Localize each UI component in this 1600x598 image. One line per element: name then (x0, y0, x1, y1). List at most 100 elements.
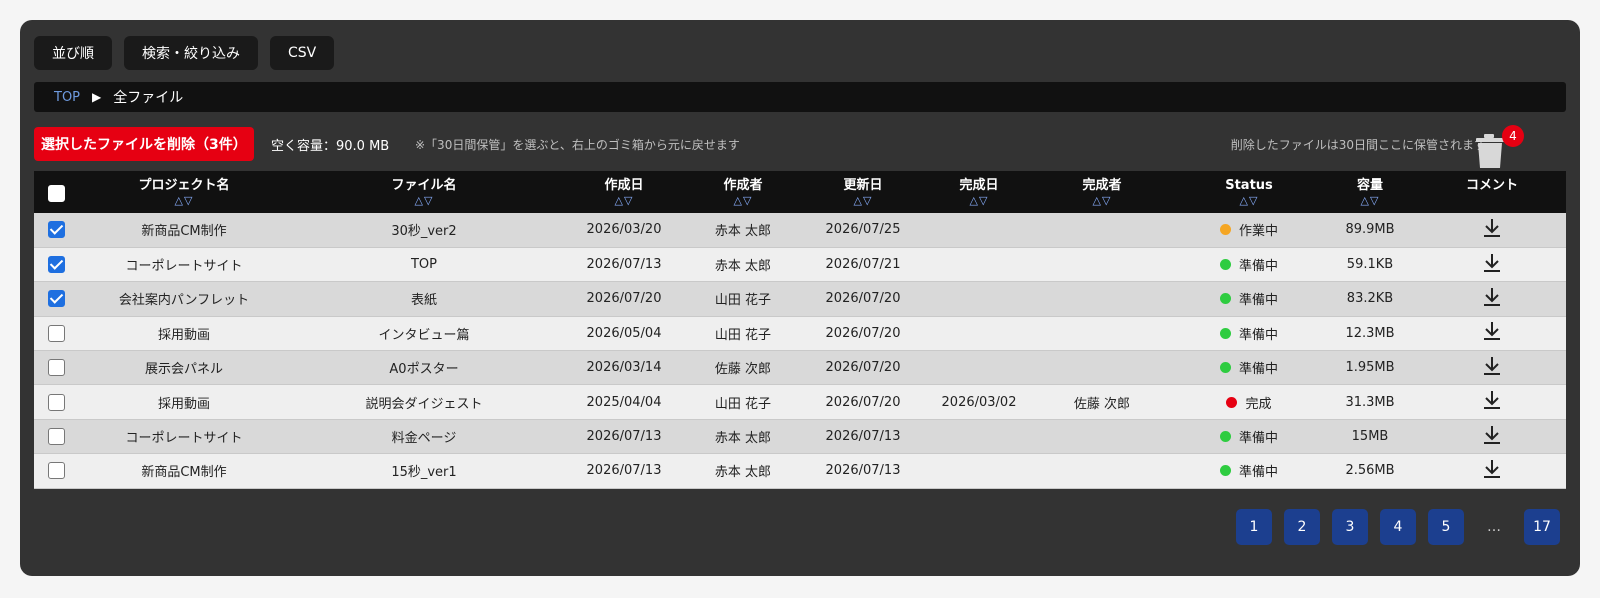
updated-date-cell: 2026/07/13 (796, 419, 930, 455)
status-dot-icon (1219, 327, 1231, 339)
pagination: 1 2 3 4 5 … 17 (1236, 509, 1560, 545)
file-name-link[interactable]: A0ポスター (290, 350, 558, 386)
sort-toggle-icon[interactable]: △▽ (1322, 193, 1418, 208)
row-checkbox[interactable] (47, 462, 65, 480)
file-name-link[interactable]: 15秒_ver1 (290, 453, 558, 489)
breadcrumb-current: 全ファイル (113, 90, 184, 106)
project-name-cell: 新商品CM制作 (78, 453, 290, 489)
row-checkbox[interactable] (47, 290, 65, 308)
status-cell: 準備中 (1176, 281, 1322, 317)
row-checkbox[interactable] (47, 428, 65, 446)
status-cell: 作業中 (1176, 213, 1322, 248)
csv-button[interactable]: CSV (270, 36, 335, 70)
file-name-link[interactable]: 料金ページ (290, 419, 558, 455)
page-button-last[interactable]: 17 (1524, 509, 1560, 545)
toolbar: 並び順 検索・絞り込み CSV (34, 36, 335, 70)
row-checkbox[interactable] (47, 324, 65, 342)
breadcrumb-separator-icon: ▶ (92, 90, 102, 104)
download-icon[interactable] (1481, 320, 1503, 346)
delete-selected-button[interactable]: 選択したファイルを削除（3件） (34, 127, 254, 161)
breadcrumb: TOP ▶ 全ファイル (34, 82, 1566, 112)
sort-toggle-icon[interactable]: △▽ (290, 193, 558, 208)
comment-cell (1418, 316, 1566, 352)
completer-cell (1028, 350, 1176, 386)
table-row: 採用動画 説明会ダイジェスト 2025/04/04 山田 花子 2026/07/20 20… (34, 384, 1566, 420)
sort-toggle-icon[interactable]: △▽ (78, 193, 290, 208)
status-dot-icon (1219, 224, 1231, 236)
download-icon[interactable] (1481, 389, 1503, 415)
column-header[interactable]: Status △▽ (1176, 171, 1322, 213)
page-button[interactable]: 4 (1380, 509, 1416, 545)
project-name-cell: 採用動画 (78, 316, 290, 352)
trash-note: 削除したファイルは30日間ここに保管されます (1230, 138, 1486, 152)
row-checkbox[interactable] (47, 393, 65, 411)
creator-cell: 赤本 太郎 (690, 247, 796, 283)
download-icon[interactable] (1481, 286, 1503, 312)
completed-date-cell: 2026/03/02 (930, 384, 1028, 420)
size-cell: 31.3MB (1322, 384, 1418, 420)
column-header[interactable]: ファイル名 △▽ (290, 171, 558, 213)
page-button[interactable]: 3 (1332, 509, 1368, 545)
creator-cell: 山田 花子 (690, 281, 796, 317)
file-name-link[interactable]: 表紙 (290, 281, 558, 317)
file-name-link[interactable]: インタビュー篇 (290, 316, 558, 352)
size-cell: 89.9MB (1322, 213, 1418, 248)
sort-toggle-icon[interactable]: △▽ (558, 193, 690, 208)
status-label: 準備中 (1238, 362, 1278, 378)
sort-button[interactable]: 並び順 (34, 36, 112, 70)
completer-cell (1028, 281, 1176, 317)
creator-cell: 赤本 太郎 (690, 453, 796, 489)
row-checkbox[interactable] (47, 221, 65, 239)
file-name-link[interactable]: TOP (290, 247, 558, 283)
status-label: 準備中 (1238, 327, 1278, 343)
row-checkbox[interactable] (47, 359, 65, 377)
freed-capacity-text: 空く容量：90.0 MB (271, 139, 390, 154)
sort-toggle-icon[interactable]: △▽ (930, 193, 1028, 208)
completed-date-cell (930, 453, 1028, 489)
row-checkbox[interactable] (47, 256, 65, 274)
column-header[interactable]: 完成日 △▽ (930, 171, 1028, 213)
status-cell: 完成 (1176, 384, 1322, 420)
download-icon[interactable] (1481, 252, 1503, 278)
updated-date-cell: 2026/07/20 (796, 350, 930, 386)
row-select-cell (34, 453, 78, 489)
download-icon[interactable] (1481, 424, 1503, 450)
column-header[interactable]: 更新日 △▽ (796, 171, 930, 213)
search-filter-button[interactable]: 検索・絞り込み (124, 36, 258, 70)
column-header[interactable]: 作成日 △▽ (558, 171, 690, 213)
created-date-cell: 2026/07/13 (558, 419, 690, 455)
completer-cell (1028, 213, 1176, 248)
project-name-cell: 新商品CM制作 (78, 213, 290, 248)
page-button[interactable]: 1 (1236, 509, 1272, 545)
creator-cell: 赤本 太郎 (690, 419, 796, 455)
status-label: 完成 (1245, 396, 1272, 412)
select-all-checkbox[interactable] (47, 184, 65, 202)
status-dot-icon (1219, 259, 1231, 271)
column-header[interactable]: 完成者 △▽ (1028, 171, 1176, 213)
column-header[interactable]: プロジェクト名 △▽ (78, 171, 290, 213)
page-button[interactable]: 5 (1428, 509, 1464, 545)
sort-toggle-icon[interactable]: △▽ (1028, 193, 1176, 208)
sort-toggle-icon[interactable]: △▽ (690, 193, 796, 208)
created-date-cell: 2026/03/14 (558, 350, 690, 386)
breadcrumb-top-link[interactable]: TOP (54, 90, 80, 105)
sort-toggle-icon[interactable]: △▽ (796, 193, 930, 208)
comment-cell (1418, 419, 1566, 455)
table-row: 会社案内パンフレット 表紙 2026/07/20 山田 花子 2026/07/20 準備中… (34, 281, 1566, 317)
column-header[interactable]: 作成者 △▽ (690, 171, 796, 213)
completed-date-cell (930, 213, 1028, 248)
download-icon[interactable] (1481, 458, 1503, 484)
pagination-ellipsis: … (1487, 519, 1501, 535)
download-icon[interactable] (1481, 355, 1503, 381)
table-row: 採用動画 インタビュー篇 2026/05/04 山田 花子 2026/07/20 準備中 1… (34, 316, 1566, 352)
comment-cell (1418, 281, 1566, 317)
download-icon[interactable] (1481, 217, 1503, 243)
file-name-link[interactable]: 説明会ダイジェスト (290, 384, 558, 420)
file-name-link[interactable]: 30秒_ver2 (290, 213, 558, 248)
comment-cell (1418, 350, 1566, 386)
created-date-cell: 2026/07/13 (558, 453, 690, 489)
column-header[interactable]: 容量 △▽ (1322, 171, 1418, 213)
file-table: プロジェクト名 △▽ ファイル名 △▽ 作成日 △▽ 作成者 △▽ 更新日 △▽ 完成日 △… (34, 171, 1566, 489)
sort-toggle-icon[interactable]: △▽ (1176, 193, 1322, 208)
page-button[interactable]: 2 (1284, 509, 1320, 545)
